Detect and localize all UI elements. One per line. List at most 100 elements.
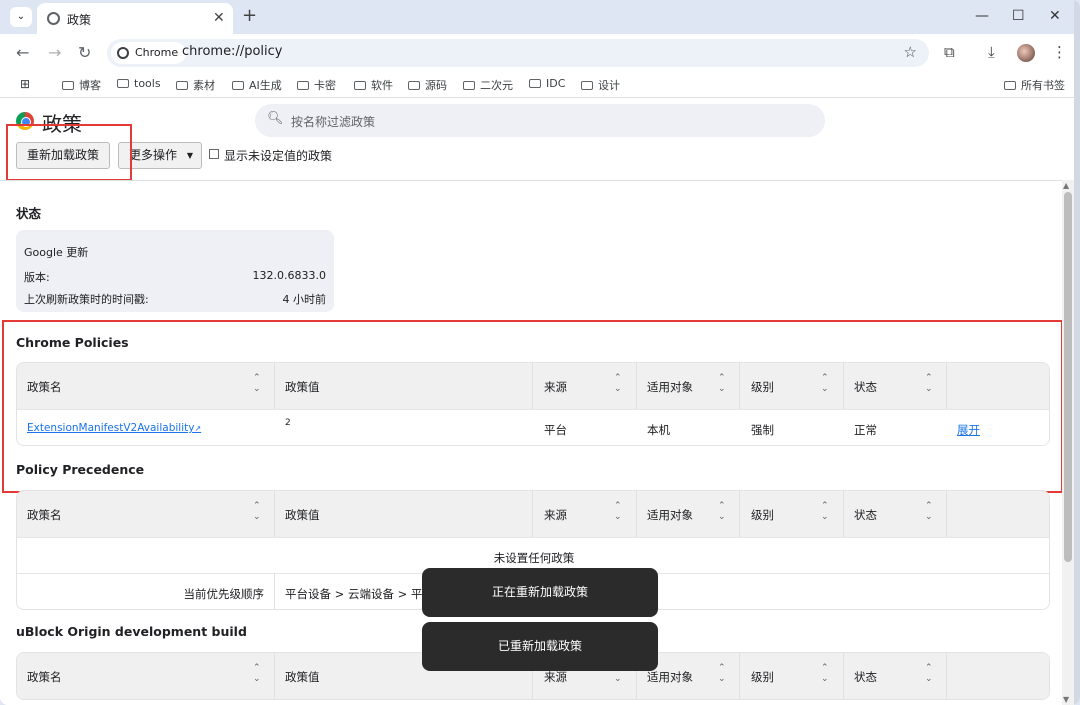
sort-icon[interactable]: ⌃⌄ xyxy=(614,501,622,523)
chrome-policies-heading: Chrome Policies xyxy=(16,335,129,350)
folder-icon xyxy=(529,79,541,88)
col-status: 状态 xyxy=(854,380,877,394)
apps-grid-icon[interactable]: ⊞ xyxy=(20,77,30,91)
bookmark-item[interactable]: 源码 xyxy=(408,77,447,93)
external-link-icon: ↗ xyxy=(194,424,202,433)
toast-reloading: 正在重新加载政策 xyxy=(422,568,658,617)
sort-icon[interactable]: ⌃⌄ xyxy=(718,501,726,523)
policy-name-link[interactable]: ExtensionManifestV2Availability↗ xyxy=(27,422,201,434)
col-name: 政策名 xyxy=(27,508,62,522)
bookmark-item[interactable]: 二次元 xyxy=(463,77,513,93)
avatar[interactable] xyxy=(1017,44,1035,62)
all-bookmarks[interactable]: 所有书签 xyxy=(1004,77,1065,93)
maximize-icon[interactable]: ☐ xyxy=(1012,8,1025,24)
sort-icon[interactable]: ⌃⌄ xyxy=(821,663,829,685)
version-label: 版本: xyxy=(24,271,50,284)
sort-icon[interactable]: ⌃⌄ xyxy=(718,663,726,685)
toolbar: ← → ↻ Chrome chrome://policy ☆ ⧉ ⤓ ⋮ xyxy=(0,34,1080,72)
sort-icon[interactable]: ⌃⌄ xyxy=(253,501,261,523)
bookmark-item[interactable]: IDC xyxy=(529,77,565,90)
folder-icon xyxy=(581,81,593,90)
column-separator xyxy=(739,653,740,699)
col-name: 政策名 xyxy=(27,380,62,394)
bookmark-item[interactable]: 软件 xyxy=(354,77,393,93)
scrollbar[interactable]: ▲ ▼ xyxy=(1062,180,1074,705)
scroll-up-icon[interactable]: ▲ xyxy=(1063,181,1069,190)
policy-search-input[interactable]: 🔍︎ 按名称过滤政策 xyxy=(255,104,825,137)
sort-icon[interactable]: ⌃⌄ xyxy=(253,663,261,685)
sort-icon[interactable]: ⌃⌄ xyxy=(253,373,261,395)
back-icon[interactable]: ← xyxy=(16,43,29,62)
precedence-heading: Policy Precedence xyxy=(16,462,145,477)
search-placeholder: 按名称过滤政策 xyxy=(291,115,376,129)
bookmark-item[interactable]: AI生成 xyxy=(232,77,282,93)
expand-link[interactable]: 展开 xyxy=(957,422,980,438)
reload-icon[interactable]: ↻ xyxy=(78,43,91,62)
chrome-icon xyxy=(117,47,129,59)
sort-icon[interactable]: ⌃⌄ xyxy=(925,663,933,685)
column-separator xyxy=(274,653,275,699)
page-title: 政策 xyxy=(42,112,82,136)
col-value: 政策值 xyxy=(285,670,320,684)
scroll-down-icon[interactable]: ▼ xyxy=(1063,695,1069,704)
sort-icon[interactable]: ⌃⌄ xyxy=(821,373,829,395)
column-separator xyxy=(843,491,844,537)
more-actions-button[interactable]: 更多操作 ▼ xyxy=(118,142,203,169)
chrome-logo-icon xyxy=(16,112,34,130)
col-source: 来源 xyxy=(544,380,567,394)
refresh-value: 4 小时前 xyxy=(282,293,327,306)
chrome-policies-table: 政策名 ⌃ ⌄ 政策值 来源 ⌃ ⌄ 适用对象 ⌃ ⌄ 级别 ⌃ ⌄ 状态 ⌃ ⌄ Ext… xyxy=(16,362,1050,446)
bookmark-item[interactable]: 卡密 xyxy=(297,77,336,93)
minimize-icon[interactable]: — xyxy=(975,8,989,24)
col-level: 级别 xyxy=(751,670,774,684)
sort-icon[interactable]: ⌃⌄ xyxy=(925,501,933,523)
col-source: 来源 xyxy=(544,670,567,684)
sort-icon[interactable]: ⌃⌄ xyxy=(614,373,622,395)
column-separator xyxy=(274,491,275,537)
site-chip[interactable]: Chrome xyxy=(111,42,187,64)
status-card: Google 更新 版本: 132.0.6833.0 上次刷新政策时的时间戳: … xyxy=(16,230,334,312)
menu-icon[interactable]: ⋮ xyxy=(1052,43,1067,61)
refresh-label: 上次刷新政策时的时间戳: xyxy=(24,293,149,306)
column-separator xyxy=(739,491,740,537)
col-name: 政策名 xyxy=(27,670,62,684)
folder-icon xyxy=(62,81,74,90)
folder-icon xyxy=(176,81,188,90)
site-chip-label: Chrome xyxy=(135,46,179,59)
col-scope: 适用对象 xyxy=(647,508,693,522)
show-unset-label: 显示未设定值的政策 xyxy=(224,149,333,163)
table-header: 政策名 ⌃⌄ 政策值 来源 ⌃⌄ 适用对象 ⌃⌄ 级别 ⌃⌄ 状态 ⌃⌄ xyxy=(17,363,1049,409)
more-actions-label: 更多操作 xyxy=(129,148,178,162)
scroll-thumb[interactable] xyxy=(1064,192,1072,562)
tab-search-icon[interactable]: ⌄ xyxy=(10,7,32,27)
extensions-icon[interactable]: ⧉ xyxy=(944,43,955,61)
address-bar[interactable]: Chrome chrome://policy ☆ xyxy=(107,39,929,67)
bookmark-item[interactable]: 博客 xyxy=(62,77,101,93)
reload-policies-button[interactable]: 重新加载政策 xyxy=(16,142,111,169)
sort-icon[interactable]: ⌃⌄ xyxy=(925,373,933,395)
status-card-title: Google 更新 xyxy=(24,246,89,259)
bookmark-star-icon[interactable]: ☆ xyxy=(904,43,917,61)
window-close-icon[interactable]: ✕ xyxy=(1049,8,1061,24)
bookmark-item[interactable]: 设计 xyxy=(581,77,620,93)
col-status: 状态 xyxy=(854,508,877,522)
table-row: ExtensionManifestV2Availability↗ 2 平台 本机… xyxy=(17,409,1049,445)
show-unset-checkbox[interactable] xyxy=(209,149,219,159)
column-separator xyxy=(843,363,844,409)
forward-icon[interactable]: → xyxy=(48,43,61,62)
bookmark-item[interactable]: 素材 xyxy=(176,77,215,93)
sort-icon[interactable]: ⌃⌄ xyxy=(718,373,726,395)
close-icon[interactable]: ✕ xyxy=(213,10,225,26)
sort-icon[interactable]: ⌃⌄ xyxy=(821,501,829,523)
bookmark-item[interactable]: tools xyxy=(117,77,161,90)
policy-level: 强制 xyxy=(751,423,774,437)
new-tab-icon[interactable]: + xyxy=(242,5,257,26)
dropdown-arrow-icon: ▼ xyxy=(186,151,194,160)
url-text[interactable]: chrome://policy xyxy=(182,44,282,59)
tab-policy[interactable]: 政策 ✕ xyxy=(37,3,233,34)
col-value: 政策值 xyxy=(285,380,320,394)
chrome-favicon-icon xyxy=(47,12,60,25)
download-icon[interactable]: ⤓ xyxy=(988,43,995,61)
col-scope: 适用对象 xyxy=(647,670,693,684)
bookmarks-bar: ⊞ 博客 tools 素材 AI生成 卡密 软件 源码 二次元 IDC 设计 所… xyxy=(0,72,1080,98)
